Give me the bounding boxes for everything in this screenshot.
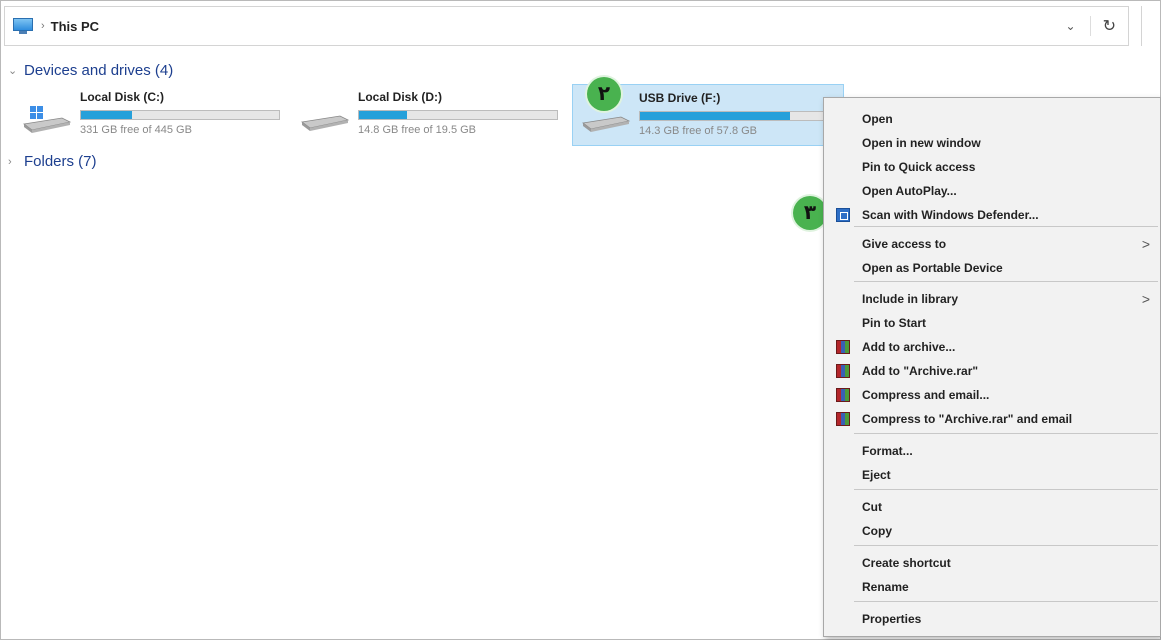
menu-item-include-in-library[interactable]: Include in library > xyxy=(824,288,1160,310)
menu-item-label: Open xyxy=(862,112,893,126)
menu-item-label: Open AutoPlay... xyxy=(862,184,957,198)
chevron-right-icon[interactable]: › xyxy=(8,156,20,168)
refresh-icon[interactable]: ↻ xyxy=(1089,16,1116,36)
address-dropdown-icon[interactable]: ⌄ xyxy=(1066,19,1076,33)
step-badge-2: ۲ xyxy=(587,77,621,111)
menu-item-label: Properties xyxy=(862,612,922,626)
menu-item-label: Include in library xyxy=(862,292,959,306)
menu-item-rename[interactable]: Rename xyxy=(824,576,1160,598)
menu-item-label: Give access to xyxy=(862,237,947,251)
drive-free-space: 331 GB free of 445 GB xyxy=(80,124,192,136)
group-devices-label: Devices and drives (4) xyxy=(24,62,174,79)
menu-item-open-autoplay[interactable]: Open AutoPlay... xyxy=(824,180,1160,202)
menu-item-format[interactable]: Format... xyxy=(824,440,1160,462)
menu-item-label: Compress and email... xyxy=(862,388,990,402)
menu-item-open-as-portable-device[interactable]: Open as Portable Device xyxy=(824,257,1160,279)
group-devices-and-drives[interactable]: ⌄ Devices and drives (4) xyxy=(8,62,173,79)
menu-item-add-to-archive[interactable]: Add to archive... xyxy=(824,336,1160,358)
drive-usage-fill xyxy=(640,112,791,120)
drive-usage-bar xyxy=(358,110,558,120)
chevron-down-icon[interactable]: ⌄ xyxy=(8,64,20,77)
menu-item-properties[interactable]: Properties xyxy=(824,608,1160,630)
menu-item-label: Pin to Quick access xyxy=(862,160,976,174)
menu-item-open-in-new-window[interactable]: Open in new window xyxy=(824,132,1160,154)
menu-item-open[interactable]: Open xyxy=(824,108,1160,130)
hard-drive-icon xyxy=(301,115,350,131)
usb-drive-icon xyxy=(582,116,631,132)
this-pc-icon xyxy=(11,16,35,36)
menu-item-pin-to-start[interactable]: Pin to Start xyxy=(824,312,1160,334)
drive-c[interactable]: Local Disk (C:) 331 GB free of 445 GB xyxy=(14,84,286,146)
menu-separator xyxy=(854,433,1158,434)
drive-free-space: 14.8 GB free of 19.5 GB xyxy=(358,124,477,136)
breadcrumb-this-pc[interactable]: This PC xyxy=(51,19,99,34)
menu-item-label: Rename xyxy=(862,580,909,594)
menu-item-label: Copy xyxy=(862,524,892,538)
drive-d[interactable]: Local Disk (D:) 14.8 GB free of 19.5 GB xyxy=(292,84,564,146)
menu-item-pin-to-quick-access[interactable]: Pin to Quick access xyxy=(824,156,1160,178)
drive-free-space: 14.3 GB free of 57.8 GB xyxy=(639,125,758,137)
submenu-arrow-icon: > xyxy=(1141,291,1150,307)
menu-item-label: Add to "Archive.rar" xyxy=(862,364,979,378)
menu-item-give-access-to[interactable]: Give access to > xyxy=(824,233,1160,255)
menu-separator xyxy=(854,281,1158,282)
search-box-edge[interactable] xyxy=(1141,6,1155,46)
menu-item-label: Open in new window xyxy=(862,136,981,150)
drive-usage-bar xyxy=(80,110,280,120)
winrar-icon xyxy=(836,412,850,426)
context-menu: Open Open in new window Pin to Quick acces… xyxy=(823,97,1161,637)
address-bar[interactable]: › This PC ⌄ ↻ xyxy=(4,6,1129,46)
menu-separator xyxy=(854,601,1158,602)
menu-item-label: Open as Portable Device xyxy=(862,261,1003,275)
menu-item-label: Create shortcut xyxy=(862,556,951,570)
menu-item-compress-and-email[interactable]: Compress and email... xyxy=(824,384,1160,406)
menu-item-label: Add to archive... xyxy=(862,340,956,354)
menu-item-label: Compress to "Archive.rar" and email xyxy=(862,412,1073,426)
drive-name: Local Disk (D:) xyxy=(358,90,443,104)
submenu-arrow-icon: > xyxy=(1141,236,1150,252)
menu-separator xyxy=(854,489,1158,490)
windows-drive-icon xyxy=(23,106,72,133)
winrar-icon xyxy=(836,340,850,354)
menu-separator xyxy=(854,226,1158,227)
menu-item-scan-with-windows-defender[interactable]: Scan with Windows Defender... xyxy=(824,204,1160,226)
drive-usage-fill xyxy=(81,111,133,119)
menu-item-cut[interactable]: Cut xyxy=(824,496,1160,518)
menu-item-eject[interactable]: Eject xyxy=(824,464,1160,486)
menu-item-label: Pin to Start xyxy=(862,316,927,330)
drive-name: USB Drive (F:) xyxy=(639,91,721,105)
menu-item-label: Scan with Windows Defender... xyxy=(862,208,1039,222)
breadcrumb-separator: › xyxy=(41,20,45,32)
menu-item-label: Cut xyxy=(862,500,882,514)
menu-item-create-shortcut[interactable]: Create shortcut xyxy=(824,552,1160,574)
drive-usage-bar xyxy=(639,111,839,121)
menu-item-add-to-archive-rar[interactable]: Add to "Archive.rar" xyxy=(824,360,1160,382)
group-folders[interactable]: › Folders (7) xyxy=(8,153,97,170)
menu-item-compress-to-archive-rar-and-email[interactable]: Compress to "Archive.rar" and email xyxy=(824,408,1160,430)
winrar-icon xyxy=(836,364,850,378)
menu-item-label: Eject xyxy=(862,468,891,482)
drive-name: Local Disk (C:) xyxy=(80,90,165,104)
step-badge-3: ۳ xyxy=(793,196,827,230)
menu-separator xyxy=(854,545,1158,546)
menu-item-copy[interactable]: Copy xyxy=(824,520,1160,542)
windows-defender-icon xyxy=(836,208,850,222)
group-folders-label: Folders (7) xyxy=(24,153,97,170)
drive-usage-fill xyxy=(359,111,407,119)
menu-item-label: Format... xyxy=(862,444,913,458)
winrar-icon xyxy=(836,388,850,402)
